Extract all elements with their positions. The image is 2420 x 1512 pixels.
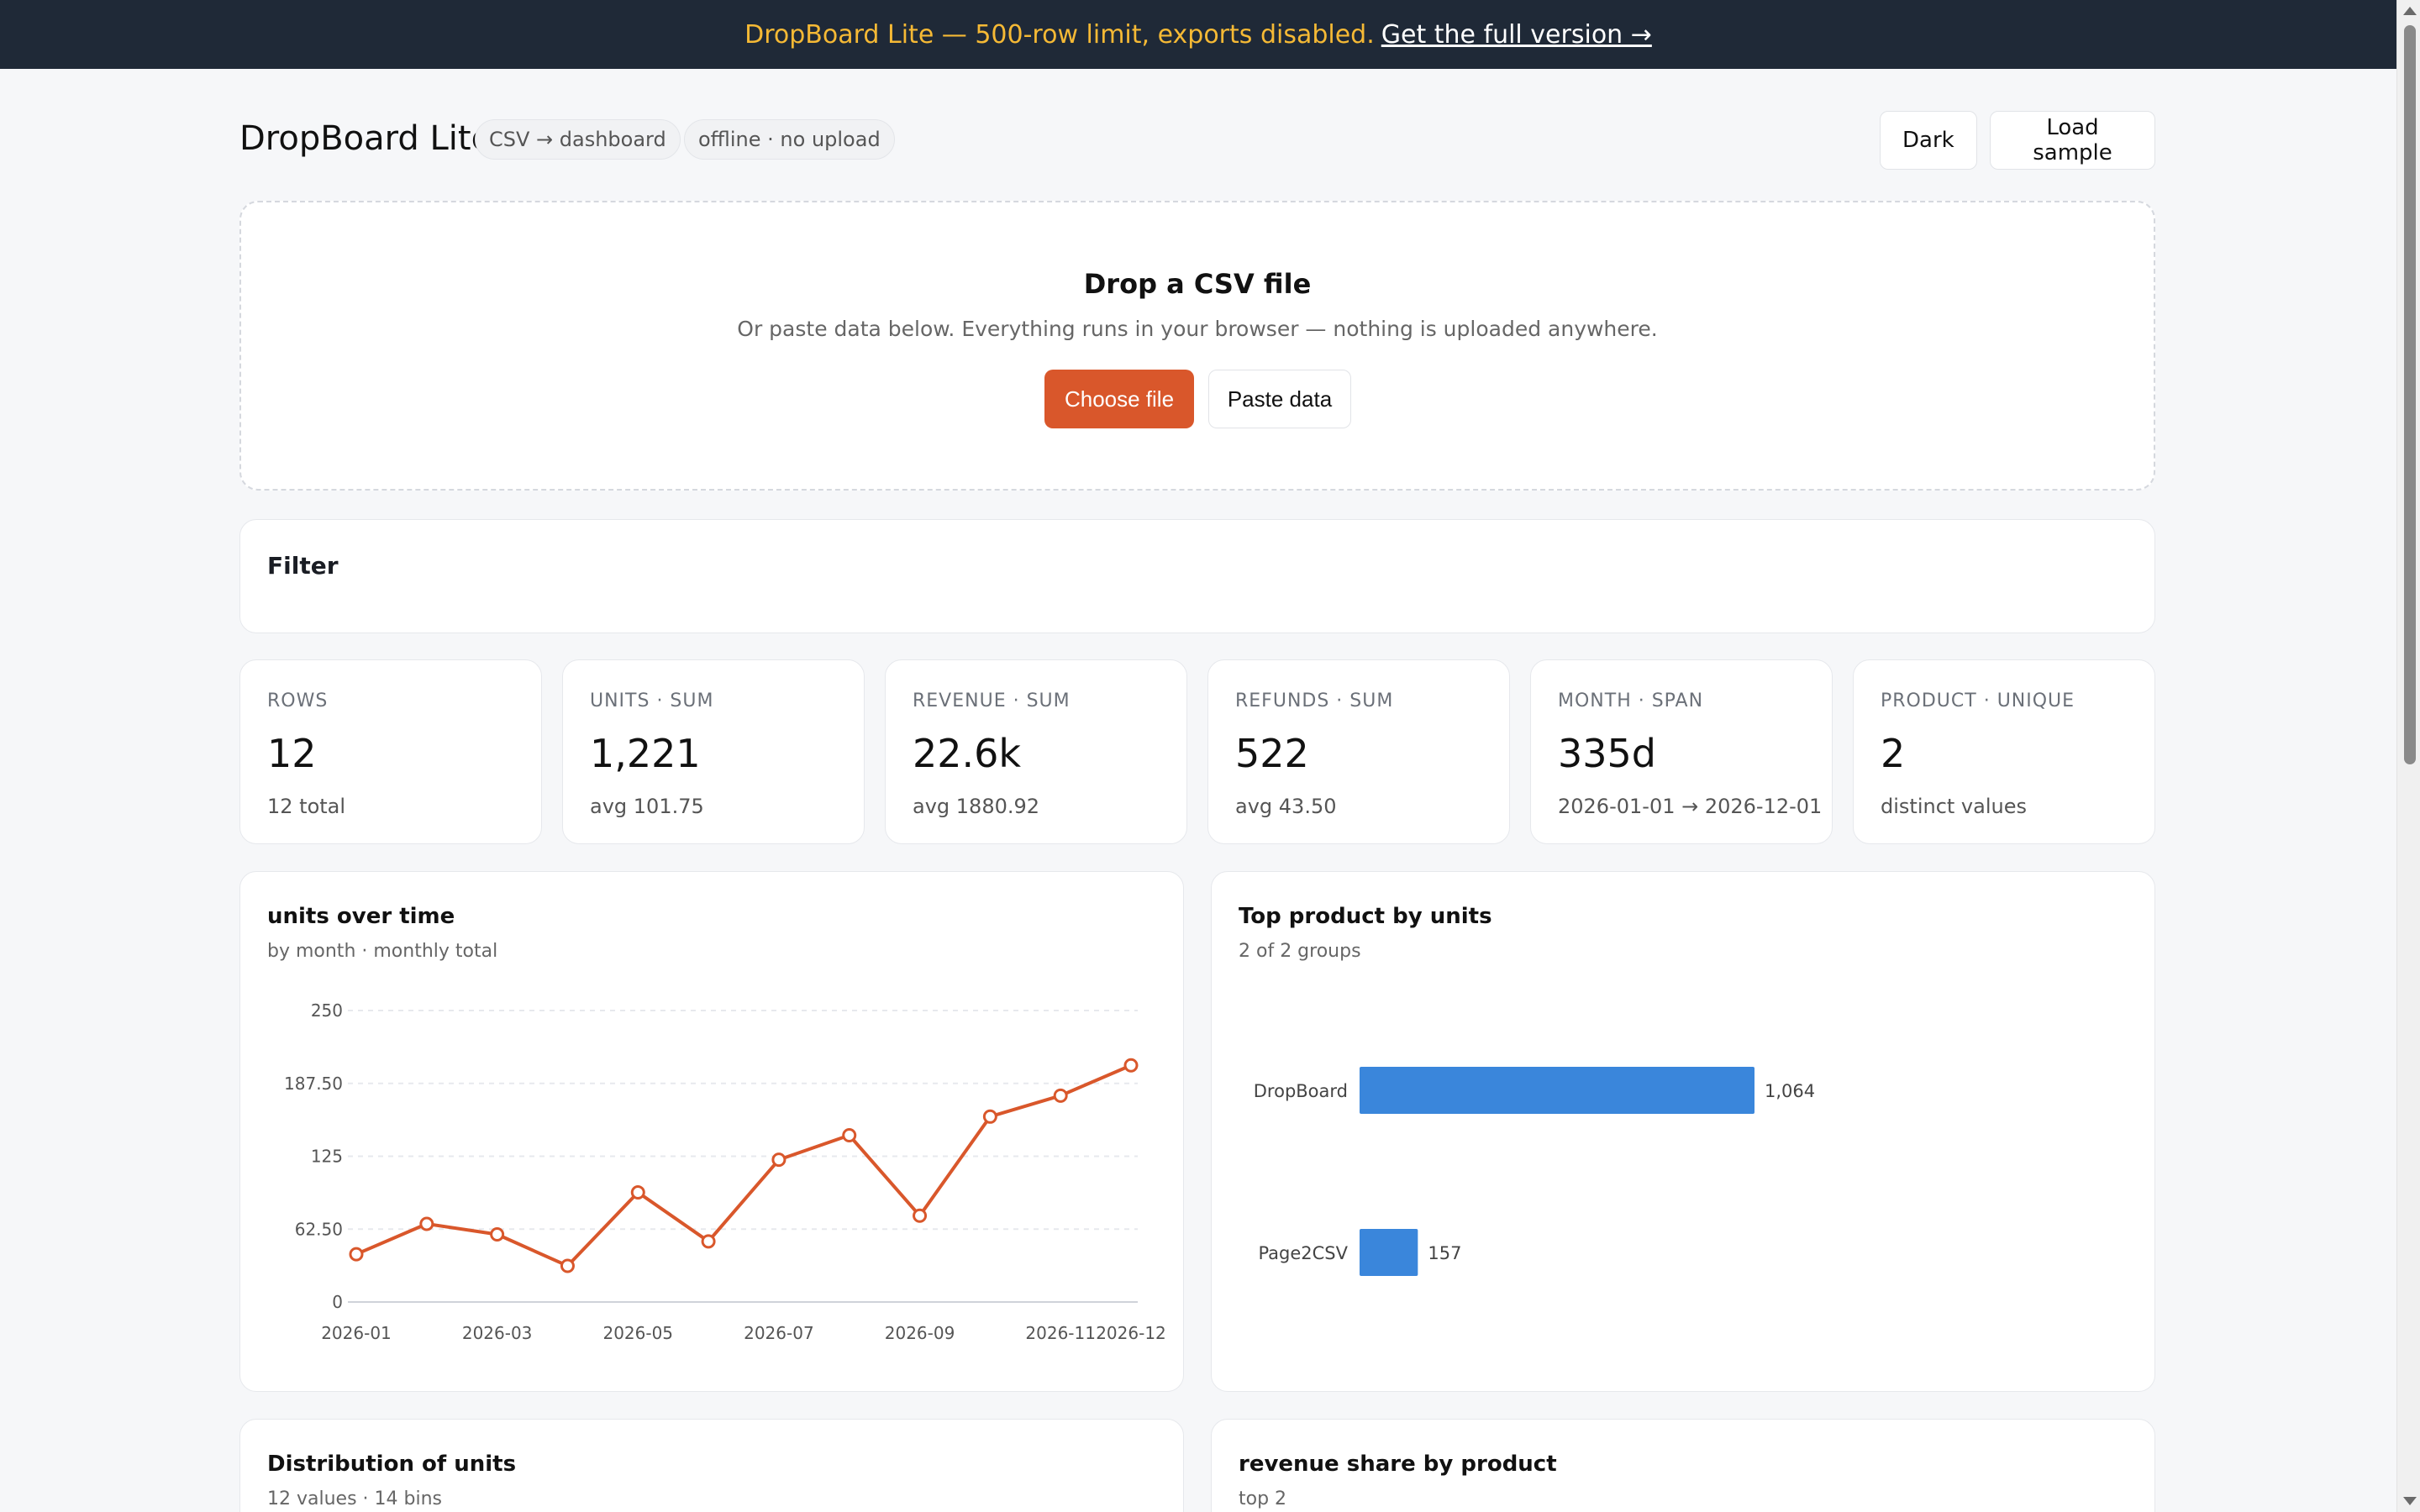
y-tick-label: 250 <box>311 1000 343 1021</box>
page-scrollbar[interactable] <box>2396 0 2420 1512</box>
stat-sub: 12 total <box>267 795 346 818</box>
stat-value: 2 <box>1881 731 1906 776</box>
stat-sub: avg 43.50 <box>1235 795 1337 818</box>
bar <box>1360 1229 1418 1276</box>
stat-sub: avg 1880.92 <box>913 795 1040 818</box>
data-point <box>701 1234 716 1249</box>
offline-pill: offline · no upload <box>684 119 895 160</box>
scrollbar-thumb[interactable] <box>2404 25 2416 764</box>
stat-sub: 2026-01-01 → 2026-12-01 <box>1558 795 1823 818</box>
data-point <box>771 1152 786 1168</box>
data-point <box>982 1109 997 1124</box>
y-tick-label: 125 <box>311 1147 343 1167</box>
banner-text: DropBoard Lite — 500-row limit, exports … <box>744 19 1375 50</box>
x-tick-label: 2026-07 <box>744 1323 814 1343</box>
line-chart: 0 62.50 125 187.50 250 2026-01 2026-03 2026-05 2… <box>284 1000 1166 1343</box>
x-tick-label: 2026-03 <box>462 1323 533 1343</box>
stat-value: 522 <box>1235 731 1309 776</box>
y-tick-label: 187.50 <box>284 1074 343 1094</box>
data-point <box>1123 1058 1139 1073</box>
pie-chart-subtitle: top 2 <box>1239 1488 1287 1509</box>
x-tick-label: 2026-12 <box>1096 1323 1166 1343</box>
data-point <box>630 1185 645 1200</box>
bar-chart-card: Top product by units 2 of 2 groups DropB… <box>1211 871 2155 1392</box>
upgrade-banner: DropBoard Lite — 500-row limit, exports … <box>0 0 2396 69</box>
main-content: DropBoard Lite CSV → dashboard offline ·… <box>239 69 2155 1512</box>
x-tick-label: 2026-05 <box>602 1323 673 1343</box>
y-tick-label: 62.50 <box>295 1219 343 1239</box>
bar <box>1360 1067 1754 1114</box>
stat-label: UNITS · SUM <box>590 690 714 711</box>
scroll-down-icon[interactable] <box>2403 1497 2417 1505</box>
stat-value: 22.6k <box>913 731 1022 776</box>
y-tick-label: 0 <box>332 1292 343 1312</box>
header: DropBoard Lite CSV → dashboard offline ·… <box>239 69 2155 212</box>
stat-label: REFUNDS · SUM <box>1235 690 1394 711</box>
data-point <box>1053 1088 1068 1103</box>
histogram-card: Distribution of units 12 values · 14 bin… <box>239 1419 1184 1512</box>
stat-label: ROWS <box>267 690 329 711</box>
bar-value-label: 1,064 <box>1765 1081 1815 1101</box>
full-version-link[interactable]: Get the full version → <box>1381 20 1652 50</box>
load-sample-button[interactable]: Load sample <box>1990 111 2155 170</box>
pie-chart-title: revenue share by product <box>1239 1452 1557 1477</box>
data-point <box>419 1216 434 1231</box>
stat-label: PRODUCT · UNIQUE <box>1881 690 2075 711</box>
stat-card-refunds: REFUNDS · SUM 522 avg 43.50 <box>1207 659 1510 844</box>
stat-value: 12 <box>267 731 317 776</box>
filter-title: Filter <box>267 552 339 580</box>
stat-label: MONTH · SPAN <box>1558 690 1704 711</box>
scroll-up-icon[interactable] <box>2403 7 2417 15</box>
histogram-subtitle: 12 values · 14 bins <box>267 1488 442 1509</box>
bar-category-label: Page2CSV <box>1258 1243 1348 1263</box>
data-point <box>490 1226 505 1242</box>
dropzone-subtitle: Or paste data below. Everything runs in … <box>737 317 1658 341</box>
pie-chart-card: revenue share by product top 2 <box>1211 1419 2155 1512</box>
dark-mode-button[interactable]: Dark <box>1880 111 1977 170</box>
data-point <box>349 1247 364 1262</box>
stats-row: ROWS 12 12 total UNITS · SUM 1,221 avg 1… <box>239 659 2155 844</box>
stat-value: 335d <box>1558 731 1656 776</box>
data-point <box>913 1208 928 1223</box>
stat-value: 1,221 <box>590 731 701 776</box>
csv-dashboard-pill: CSV → dashboard <box>475 119 681 160</box>
units-series-line <box>355 1063 1132 1268</box>
stat-card-month-span: MONTH · SPAN 335d 2026-01-01 → 2026-12-0… <box>1530 659 1833 844</box>
app-title: DropBoard Lite <box>239 119 492 158</box>
paste-data-button[interactable]: Paste data <box>1208 370 1351 428</box>
data-point <box>560 1258 575 1273</box>
x-tick-label: 2026-11 <box>1025 1323 1096 1343</box>
line-chart-card: units over time by month · monthly total… <box>239 871 1184 1392</box>
csv-dropzone[interactable]: Drop a CSV file Or paste data below. Eve… <box>239 201 2155 491</box>
stat-label: REVENUE · SUM <box>913 690 1071 711</box>
histogram-title: Distribution of units <box>267 1452 517 1477</box>
bar-chart: DropBoard 1,064 Page2CSV 157 <box>1254 1067 1815 1276</box>
stat-sub: avg 101.75 <box>590 795 704 818</box>
data-point <box>842 1128 857 1143</box>
stat-card-product-unique: PRODUCT · UNIQUE 2 distinct values <box>1853 659 2155 844</box>
bar-value-label: 157 <box>1428 1243 1461 1263</box>
choose-file-button[interactable]: Choose file <box>1044 370 1194 428</box>
stat-sub: distinct values <box>1881 795 2027 818</box>
stat-card-revenue: REVENUE · SUM 22.6k avg 1880.92 <box>885 659 1187 844</box>
stat-card-rows: ROWS 12 12 total <box>239 659 542 844</box>
bar-category-label: DropBoard <box>1254 1081 1348 1101</box>
stat-card-units: UNITS · SUM 1,221 avg 101.75 <box>562 659 865 844</box>
x-tick-label: 2026-01 <box>321 1323 392 1343</box>
filter-panel: Filter <box>239 519 2155 633</box>
x-tick-label: 2026-09 <box>885 1323 955 1343</box>
dropzone-title: Drop a CSV file <box>1083 268 1312 300</box>
